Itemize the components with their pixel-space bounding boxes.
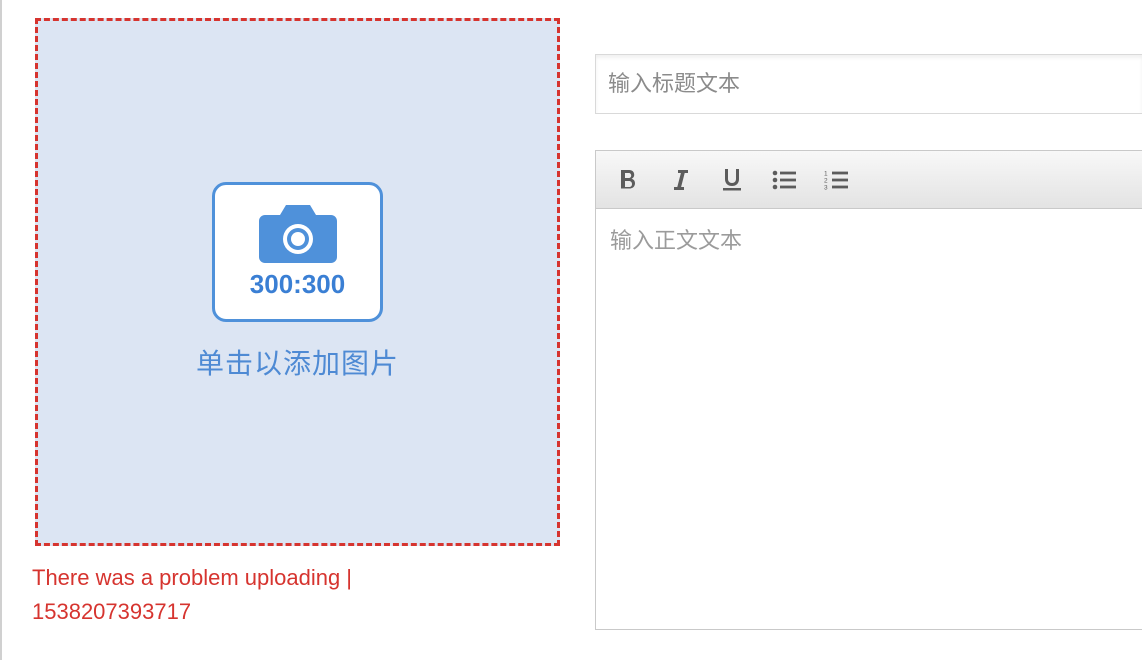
ordered-list-icon: 1 2 3	[824, 170, 848, 190]
svg-text:2: 2	[824, 177, 828, 184]
editor-content-area[interactable]: 输入正文文本	[596, 209, 1142, 269]
italic-icon	[672, 170, 688, 190]
svg-text:3: 3	[824, 184, 828, 190]
left-divider	[0, 0, 2, 660]
editor-toolbar: 1 2 3	[596, 151, 1142, 209]
underline-button[interactable]	[710, 160, 754, 200]
image-dimensions-label: 300:300	[250, 269, 345, 300]
svg-text:1: 1	[824, 170, 828, 177]
unordered-list-icon	[772, 170, 796, 190]
camera-icon	[259, 205, 337, 263]
unordered-list-button[interactable]	[762, 160, 806, 200]
title-input[interactable]	[608, 71, 1130, 97]
italic-button[interactable]	[658, 160, 702, 200]
ordered-list-button[interactable]: 1 2 3	[814, 160, 858, 200]
bold-button[interactable]	[606, 160, 650, 200]
upload-hint-text: 单击以添加图片	[196, 342, 399, 382]
underline-icon	[722, 169, 742, 191]
body-editor: 1 2 3 输入正文文本	[595, 150, 1142, 630]
title-field-wrapper	[595, 54, 1142, 114]
image-upload-card: 300:300	[212, 182, 383, 322]
image-upload-dropzone[interactable]: 300:300 单击以添加图片	[35, 18, 560, 546]
upload-error-message: There was a problem uploading | 15382073…	[32, 561, 452, 629]
bold-icon	[619, 170, 637, 190]
editor-placeholder: 输入正文文本	[610, 223, 1128, 255]
